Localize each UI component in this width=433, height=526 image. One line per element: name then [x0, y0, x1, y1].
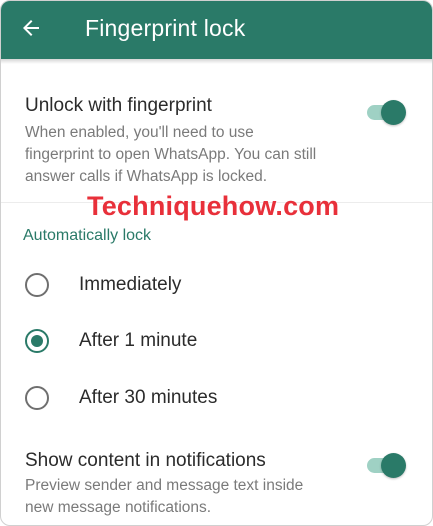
notifications-description-line: new message notifications.: [25, 499, 212, 516]
radio-button[interactable]: [25, 273, 49, 297]
watermark-text: Techniquehow.com: [87, 191, 340, 221]
radio-selected-dot: [31, 335, 43, 347]
radio-button-checked[interactable]: [25, 329, 49, 353]
fingerprint-title: Unlock with fingerprint: [25, 95, 212, 116]
toggle-thumb: [381, 453, 406, 478]
app-bar-shadow: [1, 59, 432, 64]
fingerprint-description: When enabled, you'll need to use fingerp…: [25, 122, 316, 188]
toggle-thumb: [381, 100, 406, 125]
app-bar: Fingerprint lock: [1, 1, 432, 59]
radio-option-immediately[interactable]: Immediately: [1, 262, 432, 308]
notifications-toggle[interactable]: [365, 450, 409, 480]
radio-button[interactable]: [25, 386, 49, 410]
notifications-description: Preview sender and message text inside n…: [25, 475, 303, 519]
radio-label: After 1 minute: [79, 330, 198, 351]
page-title: Fingerprint lock: [85, 15, 246, 41]
fingerprint-description-line: When enabled, you'll need to use: [25, 124, 254, 141]
back-button[interactable]: [15, 12, 47, 44]
fingerprint-description-line: answer calls if WhatsApp is locked.: [25, 168, 268, 185]
radio-option-after-1-minute[interactable]: After 1 minute: [1, 318, 432, 364]
settings-screen: Fingerprint lock Unlock with fingerprint…: [0, 0, 433, 526]
fingerprint-toggle[interactable]: [365, 97, 409, 127]
radio-label: Immediately: [79, 274, 182, 295]
notifications-title: Show content in notifications: [25, 450, 266, 471]
notifications-description-line: Preview sender and message text inside: [25, 477, 304, 494]
radio-label: After 30 minutes: [79, 387, 218, 408]
arrow-left-icon: [23, 20, 39, 36]
fingerprint-description-line: fingerprint to open WhatsApp. You can st…: [25, 146, 317, 163]
radio-option-after-30-minutes[interactable]: After 30 minutes: [1, 375, 432, 421]
auto-lock-header: Automatically lock: [23, 227, 152, 244]
